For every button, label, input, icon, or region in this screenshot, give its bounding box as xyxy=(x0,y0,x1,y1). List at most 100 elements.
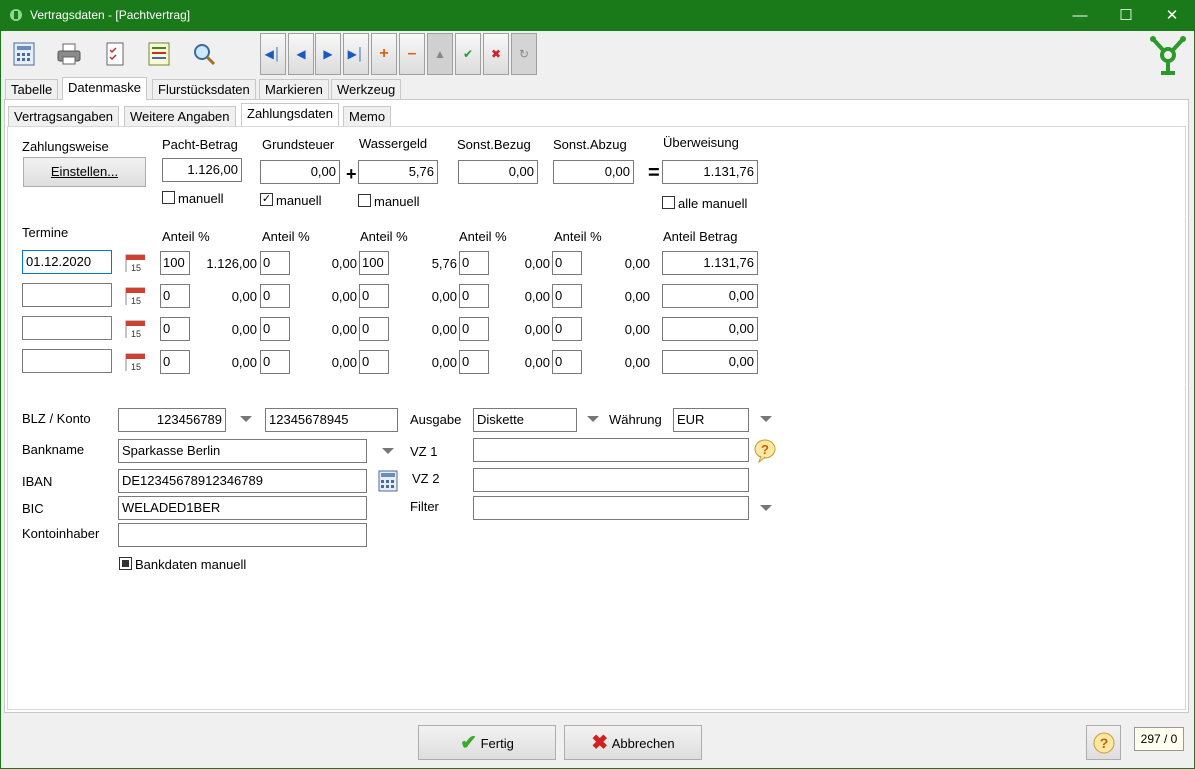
anteil-percent-field-3[interactable]: 0 xyxy=(359,284,389,308)
alle-manuell-checkbox[interactable] xyxy=(662,196,675,209)
delete-record-button[interactable]: – xyxy=(399,33,425,75)
add-record-button[interactable]: + xyxy=(371,33,397,75)
ausgabe-dropdown-icon[interactable] xyxy=(587,416,599,422)
grundsteuer-manuell-checkbox[interactable]: ✓ xyxy=(260,193,273,206)
anteil-percent-field-2[interactable]: 0 xyxy=(260,350,290,374)
maximize-button[interactable]: ☐ xyxy=(1103,0,1149,31)
tab-tabelle[interactable]: Tabelle xyxy=(5,79,59,99)
first-record-button[interactable]: ◀│ xyxy=(260,33,286,75)
calendar-icon[interactable]: 15 xyxy=(125,285,145,305)
calendar-icon[interactable]: 15 xyxy=(125,351,145,371)
anteil-betrag-field[interactable]: 1.131,76 xyxy=(662,251,758,275)
anteil-percent-field-2[interactable]: 0 xyxy=(260,251,290,275)
tab-zahlungsdaten[interactable]: Zahlungsdaten xyxy=(241,103,340,126)
anteil-percent-field-5[interactable]: 0 xyxy=(552,284,582,308)
anteil-betrag-field[interactable]: 0,00 xyxy=(662,350,758,374)
calendar-icon[interactable]: 15 xyxy=(125,252,145,272)
bankname-dropdown-icon[interactable] xyxy=(382,448,394,454)
ueberweisung-field[interactable]: 1.131,76 xyxy=(662,160,758,184)
printer-icon[interactable] xyxy=(56,41,82,67)
confirm-button[interactable]: ✔ xyxy=(455,33,481,75)
kontoinhaber-field[interactable] xyxy=(118,523,367,547)
alle-manuell-label: alle manuell xyxy=(678,196,748,211)
blz-field[interactable]: 123456789 xyxy=(118,408,226,432)
anteil-percent-field-3[interactable]: 0 xyxy=(359,317,389,341)
checklist-icon[interactable] xyxy=(102,41,128,67)
vz1-field[interactable] xyxy=(473,438,749,462)
search-icon[interactable] xyxy=(191,41,217,67)
konto-field[interactable]: 12345678945 xyxy=(265,408,398,432)
cancel-edit-button[interactable]: ✖ xyxy=(483,33,509,75)
termin-date-field[interactable] xyxy=(22,349,112,373)
vz2-field[interactable] xyxy=(473,468,749,492)
app-icon xyxy=(10,9,22,21)
anteil-value-5: 0,00 xyxy=(624,355,650,370)
calculator-icon[interactable] xyxy=(11,41,37,67)
ausgabe-field[interactable]: Diskette xyxy=(473,408,577,432)
anteil-percent-field-1[interactable]: 100 xyxy=(160,251,190,275)
last-record-button[interactable]: ▶│ xyxy=(343,33,369,75)
tab-memo[interactable]: Memo xyxy=(343,106,392,126)
grundsteuer-field[interactable]: 0,00 xyxy=(260,160,340,184)
filter-field[interactable] xyxy=(473,496,749,520)
anteil-percent-field-3[interactable]: 0 xyxy=(359,350,389,374)
filter-dropdown-icon[interactable] xyxy=(760,505,772,511)
sonst-bezug-field[interactable]: 0,00 xyxy=(458,160,538,184)
anteil-betrag-field[interactable]: 0,00 xyxy=(662,284,758,308)
help-icon: ? xyxy=(1093,732,1114,754)
pacht-betrag-field[interactable]: 1.126,00 xyxy=(162,158,242,182)
anteil-value-1: 0,00 xyxy=(231,355,257,370)
sonst-abzug-field[interactable]: 0,00 xyxy=(553,160,634,184)
anteil-percent-field-1[interactable]: 0 xyxy=(160,284,190,308)
bankdaten-manuell-checkbox[interactable] xyxy=(119,557,132,570)
help-button[interactable]: ? xyxy=(1086,725,1121,760)
refresh-button[interactable]: ↻ xyxy=(511,33,537,75)
iban-field[interactable]: DE12345678912346789 xyxy=(118,469,367,493)
iban-calculator-icon[interactable] xyxy=(378,470,398,492)
bic-field[interactable]: WELADED1BER xyxy=(118,496,367,520)
waehrung-field[interactable]: EUR xyxy=(673,408,749,432)
anteil-value-2: 0,00 xyxy=(331,355,357,370)
waehrung-dropdown-icon[interactable] xyxy=(760,416,772,422)
tab-datenmaske[interactable]: Datenmaske xyxy=(62,77,147,100)
filter-label: Filter xyxy=(410,499,439,514)
anteil-value-4: 0,00 xyxy=(524,256,550,271)
anteil-betrag-field[interactable]: 0,00 xyxy=(662,317,758,341)
up-button[interactable]: ▲ xyxy=(427,33,453,75)
blz-dropdown-icon[interactable] xyxy=(240,416,252,422)
tab-flurstuecksdaten[interactable]: Flurstücksdaten xyxy=(152,79,256,99)
anteil-percent-field-1[interactable]: 0 xyxy=(160,350,190,374)
anteil-percent-field-5[interactable]: 0 xyxy=(552,317,582,341)
anteil-percent-field-3[interactable]: 100 xyxy=(359,251,389,275)
previous-record-button[interactable]: ◀ xyxy=(288,33,314,75)
close-button[interactable]: ✕ xyxy=(1149,0,1195,31)
pacht-manuell-checkbox[interactable] xyxy=(162,191,175,204)
anteil-percent-field-5[interactable]: 0 xyxy=(552,251,582,275)
list-icon[interactable] xyxy=(146,41,172,67)
fertig-button[interactable]: ✔ Fertig xyxy=(418,725,556,760)
sonst-abzug-label: Sonst.Abzug xyxy=(553,137,627,152)
anteil-value-1: 1.126,00 xyxy=(206,256,257,271)
anteil-percent-field-1[interactable]: 0 xyxy=(160,317,190,341)
bankname-field[interactable]: Sparkasse Berlin xyxy=(118,439,367,463)
tab-vertragsangaben[interactable]: Vertragsangaben xyxy=(8,106,120,126)
next-record-button[interactable]: ▶ xyxy=(315,33,341,75)
calendar-icon[interactable]: 15 xyxy=(125,318,145,338)
tab-markieren[interactable]: Markieren xyxy=(259,79,329,99)
anteil-percent-field-2[interactable]: 0 xyxy=(260,317,290,341)
einstellen-button[interactable]: Einstellen... xyxy=(23,157,146,187)
anteil-label-4: Anteil % xyxy=(459,229,507,244)
wassergeld-field[interactable]: 5,76 xyxy=(358,160,438,184)
minimize-button[interactable]: — xyxy=(1057,0,1103,31)
termin-date-field[interactable] xyxy=(22,316,112,340)
termin-date-field[interactable] xyxy=(22,283,112,307)
help-bubble-icon[interactable]: ? xyxy=(753,439,779,463)
anteil-percent-field-2[interactable]: 0 xyxy=(260,284,290,308)
tab-weitere-angaben[interactable]: Weitere Angaben xyxy=(124,106,236,126)
wassergeld-manuell-checkbox[interactable] xyxy=(358,194,371,207)
tab-werkzeug[interactable]: Werkzeug xyxy=(331,79,402,99)
termin-date-field[interactable]: 01.12.2020 xyxy=(22,250,112,274)
waehrung-label: Währung xyxy=(609,412,662,427)
anteil-percent-field-5[interactable]: 0 xyxy=(552,350,582,374)
abbrechen-button[interactable]: ✖ Abbrechen xyxy=(564,725,702,760)
